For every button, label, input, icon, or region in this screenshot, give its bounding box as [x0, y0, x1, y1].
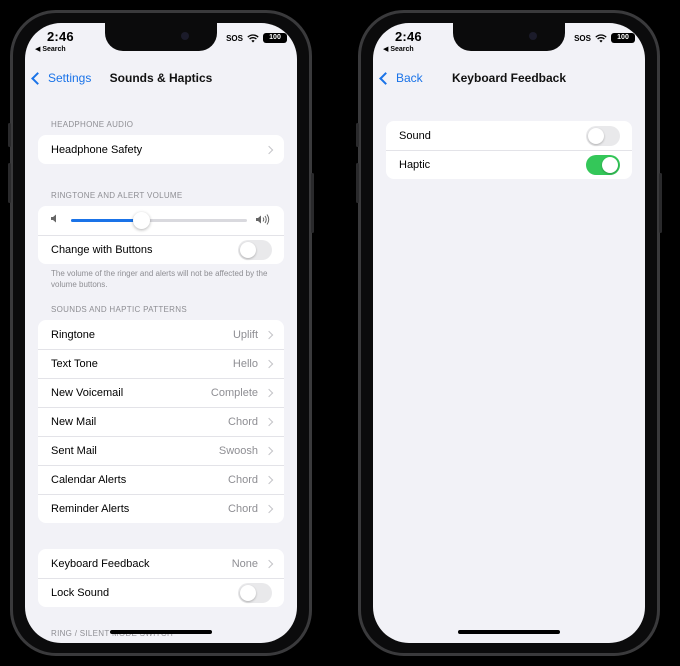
home-indicator[interactable] — [458, 630, 560, 634]
sos-indicator: SOS — [226, 34, 243, 43]
back-to-app-link[interactable]: ◀ Search — [35, 45, 66, 53]
chevron-right-icon — [264, 359, 274, 369]
side-button — [356, 163, 359, 203]
notch — [453, 23, 565, 51]
row-label: Calendar Alerts — [51, 474, 127, 486]
phone-left: 2:46 ◀ Search SOS 100 Settings Sounds & … — [8, 10, 314, 656]
notch — [105, 23, 217, 51]
row-label: Ringtone — [51, 328, 96, 341]
chevron-right-icon — [264, 504, 274, 514]
speaker-low-icon — [51, 214, 59, 226]
row-value: Chord — [228, 474, 258, 486]
row-value: Swoosh — [218, 445, 258, 457]
nav-bar: Back Keyboard Feedback — [373, 71, 645, 95]
chevron-right-icon — [264, 559, 274, 568]
group-keyboard-lock: Keyboard Feedback None Lock Sound — [38, 549, 284, 607]
row-label: Headphone Safety — [51, 143, 143, 156]
phone-right: 2:46 ◀ Search SOS 100 Back Keyboard Feed… — [356, 10, 662, 656]
group-headphone: Headphone Safety — [38, 135, 284, 164]
wifi-icon — [595, 34, 607, 45]
row-label: Keyboard Feedback — [51, 557, 150, 570]
row-value: Hello — [232, 358, 258, 370]
wifi-icon — [247, 34, 259, 45]
section-header-ringtone-volume: RINGTONE AND ALERT VOLUME — [51, 191, 183, 200]
row-label: New Voicemail — [51, 387, 124, 399]
back-to-app-link[interactable]: ◀ Search — [383, 45, 414, 53]
battery-indicator: 100 — [263, 33, 287, 43]
row-value: Complete — [210, 387, 258, 399]
row-keyboard-feedback[interactable]: Keyboard Feedback None — [38, 549, 284, 578]
sound-toggle[interactable] — [586, 125, 620, 146]
row-new-voicemail[interactable]: New Voicemail Complete — [38, 378, 284, 407]
row-value: None — [231, 557, 258, 570]
row-change-with-buttons: Change with Buttons — [38, 235, 284, 264]
row-ringtone[interactable]: Ringtone Uplift — [38, 320, 284, 349]
chevron-right-icon — [264, 417, 274, 427]
row-label: New Mail — [51, 416, 97, 428]
status-time: 2:46 — [47, 29, 74, 44]
row-new-mail[interactable]: New Mail Chord — [38, 407, 284, 436]
chevron-right-icon — [264, 446, 274, 456]
row-label: Sent Mail — [51, 445, 97, 457]
row-label: Change with Buttons — [51, 244, 153, 256]
nav-bar: Settings Sounds & Haptics — [25, 71, 297, 95]
section-header-headphone: HEADPHONE AUDIO — [51, 120, 134, 129]
group-volume: Change with Buttons — [38, 206, 284, 264]
section-header-patterns: SOUNDS AND HAPTIC PATTERNS — [51, 305, 187, 314]
group-patterns: Ringtone Uplift Text Tone Hello New Voicem… — [38, 320, 284, 523]
lock-sound-toggle[interactable] — [238, 583, 272, 603]
group-keyboard-feedback: Sound Haptic — [386, 121, 632, 179]
side-button — [8, 163, 11, 203]
screen-sounds-haptics: 2:46 ◀ Search SOS 100 Settings Sounds & … — [25, 23, 297, 643]
volume-slider[interactable] — [71, 212, 247, 229]
row-sent-mail[interactable]: Sent Mail Swoosh — [38, 436, 284, 465]
row-haptic: Haptic — [386, 150, 632, 179]
side-button — [311, 173, 314, 233]
row-reminder-alerts[interactable]: Reminder Alerts Chord — [38, 494, 284, 523]
row-value: Uplift — [232, 328, 258, 341]
speaker-high-icon — [256, 214, 272, 228]
sos-indicator: SOS — [574, 34, 591, 43]
row-lock-sound: Lock Sound — [38, 578, 284, 607]
page-title: Sounds & Haptics — [109, 71, 213, 85]
row-text-tone[interactable]: Text Tone Hello — [38, 349, 284, 378]
toggle-knob — [588, 127, 604, 144]
row-label: Sound — [399, 129, 431, 142]
camera — [181, 32, 189, 40]
side-button — [356, 123, 359, 147]
chevron-right-icon — [264, 475, 274, 485]
volume-slider-row — [38, 206, 284, 235]
screen-keyboard-feedback: 2:46 ◀ Search SOS 100 Back Keyboard Feed… — [373, 23, 645, 643]
row-value: Chord — [228, 503, 258, 515]
toggle-knob — [602, 157, 618, 173]
row-label: Reminder Alerts — [51, 503, 130, 515]
page-title: Keyboard Feedback — [451, 71, 567, 85]
row-value: Chord — [228, 416, 258, 428]
volume-slider-thumb[interactable] — [133, 212, 151, 229]
status-time: 2:46 — [395, 29, 422, 44]
row-label: Text Tone — [51, 358, 98, 370]
battery-indicator: 100 — [611, 33, 635, 43]
chevron-right-icon — [264, 145, 274, 154]
home-indicator[interactable] — [110, 630, 212, 634]
side-button — [659, 173, 662, 233]
chevron-right-icon — [264, 330, 274, 339]
camera — [529, 32, 537, 40]
row-sound: Sound — [386, 121, 632, 150]
toggle-knob — [240, 242, 256, 258]
haptic-toggle[interactable] — [586, 155, 620, 175]
row-calendar-alerts[interactable]: Calendar Alerts Chord — [38, 465, 284, 494]
volume-footnote: The volume of the ringer and alerts will… — [51, 269, 268, 289]
change-with-buttons-toggle[interactable] — [238, 240, 272, 260]
chevron-right-icon — [264, 388, 274, 398]
volume-slider-fill — [71, 219, 142, 222]
side-button — [8, 123, 11, 147]
row-label: Lock Sound — [51, 587, 110, 599]
row-label: Haptic — [399, 159, 431, 171]
row-headphone-safety[interactable]: Headphone Safety — [38, 135, 284, 164]
toggle-knob — [240, 585, 256, 601]
